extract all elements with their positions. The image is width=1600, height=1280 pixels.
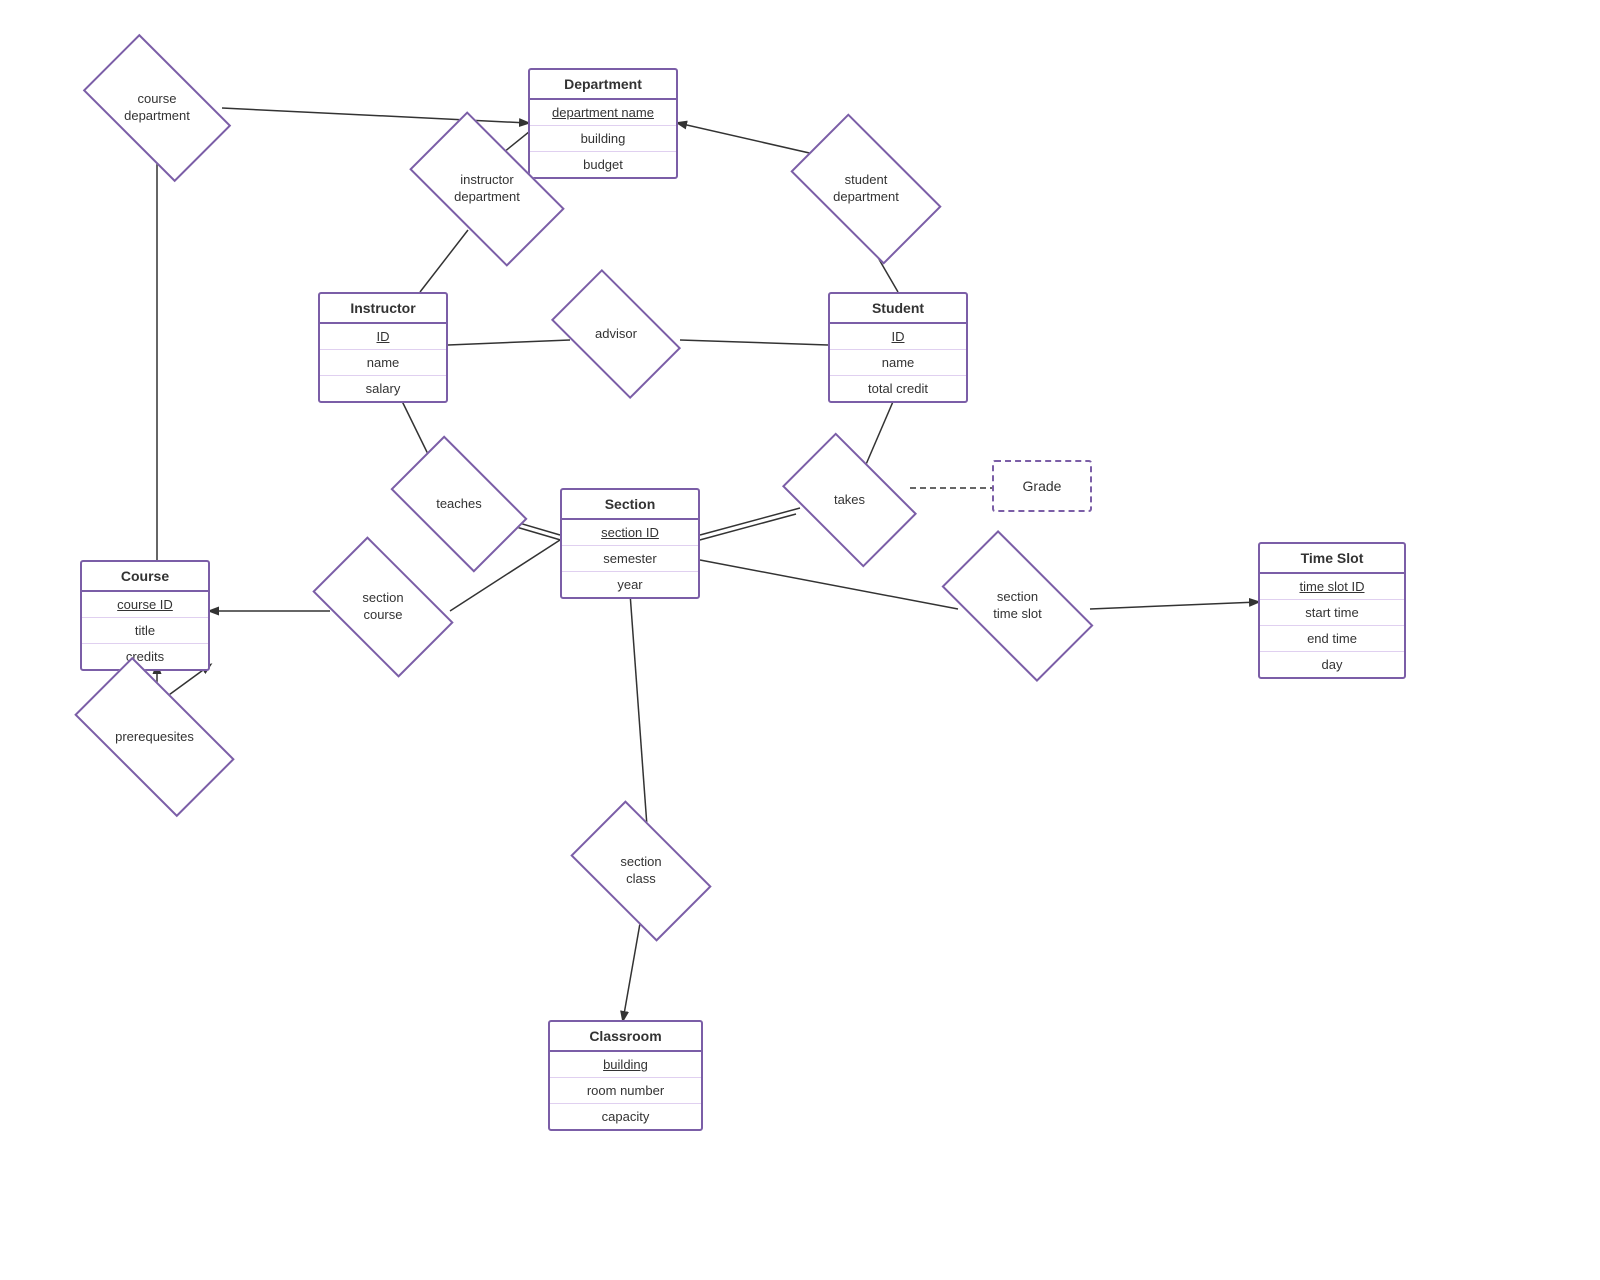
entity-timeslot-attr-0: time slot ID	[1260, 574, 1404, 600]
entity-section-attr-0: section ID	[562, 520, 698, 546]
entity-classroom-attr-0: building	[550, 1052, 701, 1078]
diamond-takes: takes	[792, 462, 907, 538]
diamond-student-department: studentdepartment	[800, 148, 932, 230]
entity-classroom-title: Classroom	[550, 1022, 701, 1052]
entity-classroom-attr-2: capacity	[550, 1104, 701, 1129]
diamond-instructor-department: instructordepartment	[418, 148, 556, 230]
entity-timeslot-attr-2: end time	[1260, 626, 1404, 652]
entity-student-title: Student	[830, 294, 966, 324]
diamond-section-timeslot: sectiontime slot	[950, 566, 1085, 646]
entity-section: Section section ID semester year	[560, 488, 700, 599]
entity-student-attr-0: ID	[830, 324, 966, 350]
entity-section-attr-2: year	[562, 572, 698, 597]
entity-course-attr-1: title	[82, 618, 208, 644]
diamond-course-department: coursedepartment	[92, 68, 222, 148]
entity-student-attr-1: name	[830, 350, 966, 376]
diamond-advisor: advisor	[560, 298, 672, 370]
entity-timeslot-title: Time Slot	[1260, 544, 1404, 574]
entity-department-title: Department	[530, 70, 676, 100]
entity-classroom: Classroom building room number capacity	[548, 1020, 703, 1131]
entity-classroom-attr-1: room number	[550, 1078, 701, 1104]
entity-grade: Grade	[992, 460, 1092, 512]
entity-section-attr-1: semester	[562, 546, 698, 572]
entity-course-title: Course	[82, 562, 208, 592]
entity-student-attr-2: total credit	[830, 376, 966, 401]
entity-timeslot-attr-3: day	[1260, 652, 1404, 677]
entity-student: Student ID name total credit	[828, 292, 968, 403]
entity-instructor: Instructor ID name salary	[318, 292, 448, 403]
diamond-section-class: sectionclass	[580, 832, 702, 910]
diamond-prerequesites: prerequesites	[82, 696, 227, 778]
entity-instructor-title: Instructor	[320, 294, 446, 324]
entity-course: Course course ID title credits	[80, 560, 210, 671]
entity-instructor-attr-1: name	[320, 350, 446, 376]
diamond-section-course: sectioncourse	[322, 568, 444, 646]
entity-timeslot: Time Slot time slot ID start time end ti…	[1258, 542, 1406, 679]
entity-department-attr-0: department name	[530, 100, 676, 126]
er-diagram: Department department name building budg…	[0, 0, 1600, 1280]
entity-course-attr-0: course ID	[82, 592, 208, 618]
entity-instructor-attr-2: salary	[320, 376, 446, 401]
entity-course-attr-2: credits	[82, 644, 208, 669]
entity-section-title: Section	[562, 490, 698, 520]
entity-instructor-attr-0: ID	[320, 324, 446, 350]
entity-timeslot-attr-1: start time	[1260, 600, 1404, 626]
diamond-teaches: teaches	[400, 466, 518, 542]
